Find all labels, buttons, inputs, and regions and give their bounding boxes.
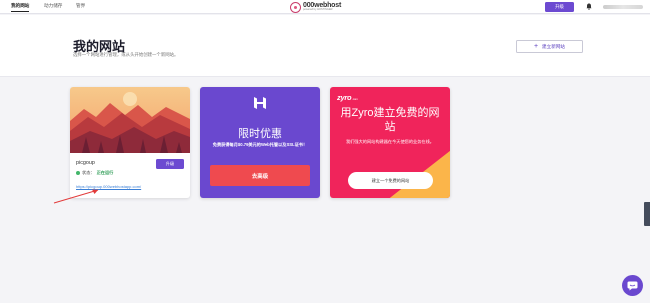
bell-icon[interactable]: [586, 3, 592, 10]
promo-card: 限时优惠 免费获得每月$0.79美元的Web托管以及SSL证书！ 去高级: [200, 87, 320, 198]
zyro-title: 用Zyro建立免费的网站: [340, 107, 440, 133]
nav-item-power-storage[interactable]: 动力储存: [44, 3, 62, 9]
logo-subtext: powered by HOSTINGER: [303, 8, 333, 12]
nav-item-admin[interactable]: 管界: [76, 3, 85, 9]
plus-icon: +: [533, 43, 539, 50]
page-subtitle: 选择一个网站进行管理，或从头开始创建一个新网站。: [73, 52, 179, 57]
promo-description: 免费获得每月$0.79美元的Web托管以及SSL证书！: [212, 142, 308, 147]
site-card[interactable]: picgoup 升级 状态： 正在运行 https://picgoup.000w…: [70, 87, 190, 198]
000webhost-logo[interactable]: 000webhost powered by HOSTINGER: [290, 1, 341, 13]
upgrade-button[interactable]: 升级: [545, 2, 574, 12]
go-premium-button[interactable]: 去高级: [210, 165, 310, 186]
hostinger-logo-icon: [254, 97, 266, 109]
top-navbar: 我的网站 动力储存 管界 000webhost powered by HOSTI…: [0, 0, 650, 14]
account-menu[interactable]: [603, 5, 643, 9]
site-status: 状态： 正在运行: [76, 170, 113, 176]
logo-mark-icon: [290, 1, 301, 13]
status-value: 正在运行: [96, 170, 114, 175]
new-site-label: 建立新网站: [542, 43, 566, 49]
zyro-description: 我们强大的网站构建器在今天使您的业务在线。: [346, 139, 434, 144]
chat-button[interactable]: [622, 275, 643, 296]
zyro-logo-text: zyro: [337, 93, 352, 102]
zyro-logo-sub: .com: [352, 97, 358, 101]
nav-item-my-websites[interactable]: 我的网站: [11, 3, 30, 12]
site-name[interactable]: picgoup: [76, 160, 95, 166]
site-thumbnail-image: [70, 87, 190, 153]
annotation-arrow-icon: [53, 189, 99, 204]
status-label: 状态：: [82, 170, 95, 175]
build-free-site-button[interactable]: 建立一个免费的网站: [348, 172, 433, 189]
zyro-logo: zyro.com: [337, 93, 358, 102]
promo-title: 限时优惠: [238, 128, 282, 140]
feedback-tab[interactable]: [644, 202, 650, 226]
chat-icon: [627, 281, 638, 290]
site-upgrade-button[interactable]: 升级: [156, 159, 184, 169]
new-site-button[interactable]: + 建立新网站: [516, 40, 583, 53]
zyro-card: zyro.com 用Zyro建立免费的网站 我们强大的网站构建器在今天使您的业务…: [330, 87, 450, 198]
status-dot-icon: [76, 171, 80, 175]
